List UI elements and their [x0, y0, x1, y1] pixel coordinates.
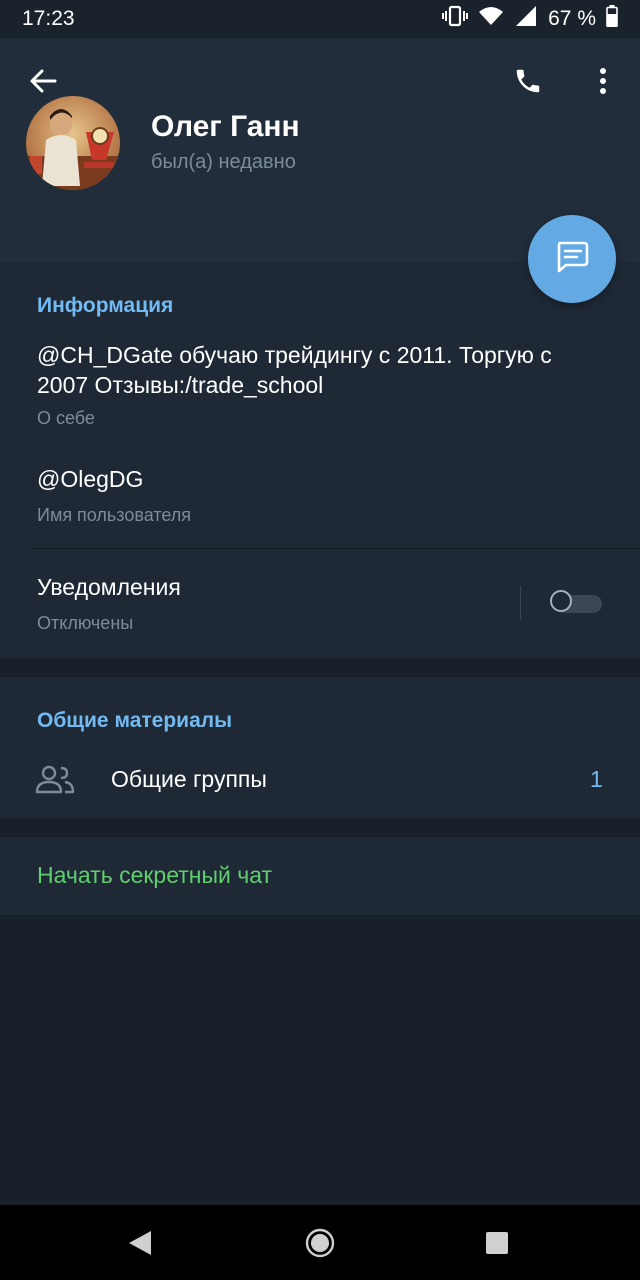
common-groups-count: 1: [590, 766, 603, 792]
profile-status: был(а) недавно: [151, 151, 296, 173]
notifications-label[interactable]: Уведомления: [37, 572, 181, 602]
notifications-toggle[interactable]: [550, 590, 602, 614]
divider: [31, 548, 640, 549]
notifications-value: Отключены: [37, 613, 134, 633]
bio-text[interactable]: @CH_DGate обучаю трейдингу с 2011. Торгу…: [37, 340, 552, 400]
bio-line-1: @CH_DGate обучаю трейдингу с 2011. Торгу…: [37, 342, 552, 368]
common-groups-label: Общие группы: [111, 766, 267, 792]
vibrate-icon: [442, 5, 469, 33]
nav-home-icon[interactable]: [305, 1228, 335, 1263]
message-fab-button[interactable]: [528, 215, 616, 303]
bio-line-2: 2007 Отзывы:/trade_school: [37, 372, 324, 398]
avatar[interactable]: [26, 96, 120, 190]
battery-icon: [606, 5, 618, 33]
status-bar: 17:23 67 %: [0, 0, 640, 38]
common-groups-row[interactable]: Общие группы 1: [0, 747, 640, 813]
message-icon: [554, 240, 590, 279]
section-title-shared: Общие материалы: [37, 709, 233, 732]
profile-name: Олег Ганн: [151, 110, 300, 143]
username-value[interactable]: @OlegDG: [37, 464, 143, 494]
wifi-icon: [478, 5, 504, 33]
secret-chat-section: Начать секретный чат: [0, 837, 640, 915]
nav-back-icon[interactable]: [127, 1229, 153, 1262]
section-title-info: Информация: [37, 294, 174, 317]
toggle-separator: [520, 586, 521, 620]
info-section: Информация @CH_DGate обучаю трейдингу с …: [0, 262, 640, 658]
more-vert-icon[interactable]: [582, 60, 624, 102]
users-icon: [35, 763, 75, 800]
back-arrow-icon[interactable]: [22, 60, 64, 102]
phone-icon[interactable]: [507, 60, 549, 102]
toggle-knob: [550, 590, 572, 612]
system-nav-bar: [0, 1205, 640, 1280]
status-time: 17:23: [22, 7, 75, 30]
status-icons: 67 %: [442, 5, 618, 33]
nav-recents-icon[interactable]: [485, 1231, 509, 1260]
shared-section: Общие материалы Общие группы 1: [0, 677, 640, 818]
battery-percent: 67 %: [548, 7, 596, 30]
signal-icon: [514, 5, 538, 33]
username-label: Имя пользователя: [37, 505, 192, 525]
bio-label: О себе: [37, 408, 95, 428]
start-secret-chat-button[interactable]: Начать секретный чат: [37, 862, 272, 889]
